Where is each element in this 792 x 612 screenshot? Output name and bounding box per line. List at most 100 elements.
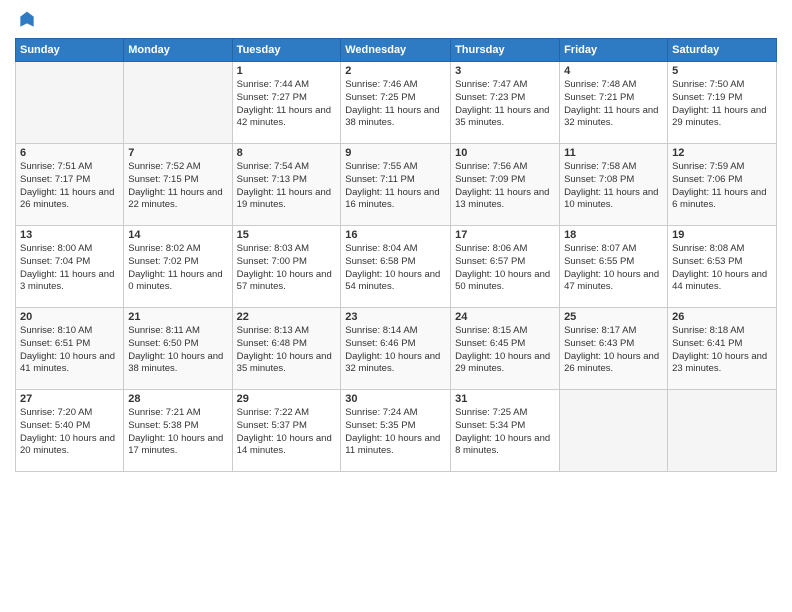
day-of-week-header: Friday <box>560 39 668 62</box>
day-info: Sunrise: 7:59 AMSunset: 7:06 PMDaylight:… <box>672 161 772 212</box>
calendar-cell: 29 Sunrise: 7:22 AMSunset: 5:37 PMDayligh… <box>232 390 341 472</box>
calendar-cell: 16 Sunrise: 8:04 AMSunset: 6:58 PMDayligh… <box>341 226 451 308</box>
day-info: Sunrise: 8:14 AMSunset: 6:46 PMDaylight:… <box>345 325 446 376</box>
day-number: 17 <box>455 229 555 241</box>
day-info: Sunrise: 7:50 AMSunset: 7:19 PMDaylight:… <box>672 79 772 130</box>
day-info: Sunrise: 8:11 AMSunset: 6:50 PMDaylight:… <box>128 325 227 376</box>
day-number: 4 <box>564 65 663 77</box>
day-info: Sunrise: 7:54 AMSunset: 7:13 PMDaylight:… <box>237 161 337 212</box>
day-info: Sunrise: 7:58 AMSunset: 7:08 PMDaylight:… <box>564 161 663 212</box>
day-info: Sunrise: 7:44 AMSunset: 7:27 PMDaylight:… <box>237 79 337 130</box>
day-info: Sunrise: 8:00 AMSunset: 7:04 PMDaylight:… <box>20 243 119 294</box>
day-info: Sunrise: 7:25 AMSunset: 5:34 PMDaylight:… <box>455 407 555 458</box>
calendar-cell: 2Sunrise: 7:46 AMSunset: 7:25 PMDaylight… <box>341 62 451 144</box>
day-info: Sunrise: 8:18 AMSunset: 6:41 PMDaylight:… <box>672 325 772 376</box>
calendar-week-row: 6Sunrise: 7:51 AMSunset: 7:17 PMDaylight… <box>16 144 777 226</box>
calendar-cell: 27 Sunrise: 7:20 AMSunset: 5:40 PMDayligh… <box>16 390 124 472</box>
day-number: 16 <box>345 229 446 241</box>
calendar-week-row: 13 Sunrise: 8:00 AMSunset: 7:04 PMDayligh… <box>16 226 777 308</box>
calendar-cell: 31 Sunrise: 7:25 AMSunset: 5:34 PMDayligh… <box>451 390 560 472</box>
calendar-cell: 15 Sunrise: 8:03 AMSunset: 7:00 PMDayligh… <box>232 226 341 308</box>
day-of-week-header: Monday <box>124 39 232 62</box>
day-number: 30 <box>345 393 446 405</box>
day-info: Sunrise: 7:21 AMSunset: 5:38 PMDaylight:… <box>128 407 227 458</box>
calendar-cell: 18 Sunrise: 8:07 AMSunset: 6:55 PMDayligh… <box>560 226 668 308</box>
day-info: Sunrise: 8:13 AMSunset: 6:48 PMDaylight:… <box>237 325 337 376</box>
calendar-cell: 1 Sunrise: 7:44 AMSunset: 7:27 PMDaylight… <box>232 62 341 144</box>
calendar-cell: 14 Sunrise: 8:02 AMSunset: 7:02 PMDayligh… <box>124 226 232 308</box>
calendar-cell: 11 Sunrise: 7:58 AMSunset: 7:08 PMDayligh… <box>560 144 668 226</box>
calendar-cell: 12 Sunrise: 7:59 AMSunset: 7:06 PMDayligh… <box>668 144 777 226</box>
day-info: Sunrise: 7:20 AMSunset: 5:40 PMDaylight:… <box>20 407 119 458</box>
calendar-cell: 10 Sunrise: 7:56 AMSunset: 7:09 PMDayligh… <box>451 144 560 226</box>
calendar-cell: 9 Sunrise: 7:55 AMSunset: 7:11 PMDaylight… <box>341 144 451 226</box>
calendar-cell: 19 Sunrise: 8:08 AMSunset: 6:53 PMDayligh… <box>668 226 777 308</box>
day-number: 5 <box>672 65 772 77</box>
day-info: Sunrise: 7:56 AMSunset: 7:09 PMDaylight:… <box>455 161 555 212</box>
day-info: Sunrise: 8:17 AMSunset: 6:43 PMDaylight:… <box>564 325 663 376</box>
calendar-cell: 6Sunrise: 7:51 AMSunset: 7:17 PMDaylight… <box>16 144 124 226</box>
calendar-cell: 13 Sunrise: 8:00 AMSunset: 7:04 PMDayligh… <box>16 226 124 308</box>
calendar-cell: 21Sunrise: 8:11 AMSunset: 6:50 PMDayligh… <box>124 308 232 390</box>
day-info: Sunrise: 7:47 AMSunset: 7:23 PMDaylight:… <box>455 79 555 130</box>
calendar-cell: 7Sunrise: 7:52 AMSunset: 7:15 PMDaylight… <box>124 144 232 226</box>
day-number: 28 <box>128 393 227 405</box>
day-number: 27 <box>20 393 119 405</box>
calendar-cell: 20Sunrise: 8:10 AMSunset: 6:51 PMDayligh… <box>16 308 124 390</box>
day-of-week-header: Saturday <box>668 39 777 62</box>
day-number: 8 <box>237 147 337 159</box>
day-number: 9 <box>345 147 446 159</box>
logo-icon <box>17 10 37 30</box>
day-number: 13 <box>20 229 119 241</box>
calendar-cell: 4 Sunrise: 7:48 AMSunset: 7:21 PMDaylight… <box>560 62 668 144</box>
day-info: Sunrise: 7:55 AMSunset: 7:11 PMDaylight:… <box>345 161 446 212</box>
day-number: 1 <box>237 65 337 77</box>
day-info: Sunrise: 8:08 AMSunset: 6:53 PMDaylight:… <box>672 243 772 294</box>
calendar-cell <box>124 62 232 144</box>
calendar-cell: 22 Sunrise: 8:13 AMSunset: 6:48 PMDayligh… <box>232 308 341 390</box>
day-number: 15 <box>237 229 337 241</box>
day-number: 11 <box>564 147 663 159</box>
day-info: Sunrise: 8:04 AMSunset: 6:58 PMDaylight:… <box>345 243 446 294</box>
day-number: 3 <box>455 65 555 77</box>
day-info: Sunrise: 7:48 AMSunset: 7:21 PMDaylight:… <box>564 79 663 130</box>
day-number: 25 <box>564 311 663 323</box>
day-of-week-header: Wednesday <box>341 39 451 62</box>
day-number: 29 <box>237 393 337 405</box>
day-number: 22 <box>237 311 337 323</box>
day-info: Sunrise: 7:46 AMSunset: 7:25 PMDaylight:… <box>345 79 446 130</box>
day-info: Sunrise: 8:06 AMSunset: 6:57 PMDaylight:… <box>455 243 555 294</box>
day-info: Sunrise: 8:03 AMSunset: 7:00 PMDaylight:… <box>237 243 337 294</box>
calendar-week-row: 27 Sunrise: 7:20 AMSunset: 5:40 PMDayligh… <box>16 390 777 472</box>
page: SundayMondayTuesdayWednesdayThursdayFrid… <box>0 0 792 482</box>
day-of-week-header: Sunday <box>16 39 124 62</box>
day-number: 12 <box>672 147 772 159</box>
calendar-header-row: SundayMondayTuesdayWednesdayThursdayFrid… <box>16 39 777 62</box>
day-number: 26 <box>672 311 772 323</box>
day-info: Sunrise: 7:22 AMSunset: 5:37 PMDaylight:… <box>237 407 337 458</box>
day-info: Sunrise: 7:51 AMSunset: 7:17 PMDaylight:… <box>20 161 119 212</box>
day-of-week-header: Tuesday <box>232 39 341 62</box>
day-number: 19 <box>672 229 772 241</box>
calendar-cell: 28 Sunrise: 7:21 AMSunset: 5:38 PMDayligh… <box>124 390 232 472</box>
calendar-cell <box>16 62 124 144</box>
day-number: 14 <box>128 229 227 241</box>
calendar-cell: 5 Sunrise: 7:50 AMSunset: 7:19 PMDaylight… <box>668 62 777 144</box>
calendar-cell <box>668 390 777 472</box>
day-number: 23 <box>345 311 446 323</box>
calendar-cell: 23 Sunrise: 8:14 AMSunset: 6:46 PMDayligh… <box>341 308 451 390</box>
calendar-week-row: 1 Sunrise: 7:44 AMSunset: 7:27 PMDaylight… <box>16 62 777 144</box>
day-info: Sunrise: 8:02 AMSunset: 7:02 PMDaylight:… <box>128 243 227 294</box>
day-info: Sunrise: 8:07 AMSunset: 6:55 PMDaylight:… <box>564 243 663 294</box>
day-number: 10 <box>455 147 555 159</box>
day-number: 31 <box>455 393 555 405</box>
calendar-cell: 25 Sunrise: 8:17 AMSunset: 6:43 PMDayligh… <box>560 308 668 390</box>
day-number: 24 <box>455 311 555 323</box>
calendar-cell <box>560 390 668 472</box>
calendar-cell: 3 Sunrise: 7:47 AMSunset: 7:23 PMDaylight… <box>451 62 560 144</box>
calendar-cell: 30Sunrise: 7:24 AMSunset: 5:35 PMDayligh… <box>341 390 451 472</box>
day-number: 18 <box>564 229 663 241</box>
day-number: 20 <box>20 311 119 323</box>
calendar-cell: 8 Sunrise: 7:54 AMSunset: 7:13 PMDaylight… <box>232 144 341 226</box>
day-number: 7 <box>128 147 227 159</box>
